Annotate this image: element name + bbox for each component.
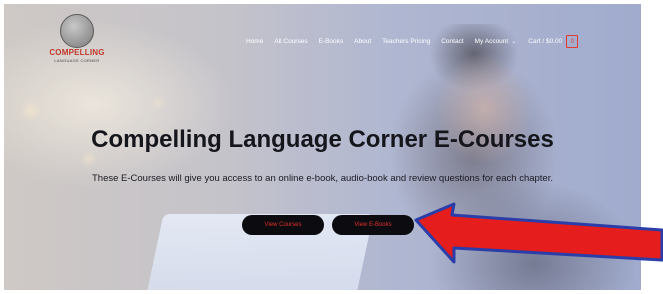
cart-label: Cart / $0.00 [528,38,563,45]
cart-link[interactable]: Cart / $0.00 0 [528,35,579,48]
arrow-shape [414,202,663,264]
site-logo[interactable]: COMPELLING LANGUAGE CORNER [42,14,112,66]
view-ebooks-button[interactable]: View E-Books [332,215,414,235]
nav-all-courses[interactable]: All Courses [274,38,307,45]
view-courses-button[interactable]: View Courses [242,215,324,235]
background-bokeh [154,99,162,107]
cart-count-badge: 0 [566,35,579,48]
nav-my-account[interactable]: My Account ⌄ [475,38,517,45]
main-nav: Home All Courses E-Books About Teachers … [246,35,579,48]
background-bokeh [84,154,94,164]
logo-text: COMPELLING [49,48,105,57]
hero-subtitle: These E-Courses will give you access to … [91,173,553,184]
nav-about[interactable]: About [354,38,371,45]
nav-home[interactable]: Home [246,38,263,45]
red-arrow-annotation [414,202,663,264]
nav-teachers-pricing[interactable]: Teachers Pricing [382,38,430,45]
page-title: Compelling Language Corner E-Courses [91,126,554,153]
nav-my-account-label: My Account [474,38,509,45]
nav-e-books[interactable]: E-Books [319,38,344,45]
chevron-down-icon: ⌄ [511,39,517,45]
logo-subtext: LANGUAGE CORNER [54,58,100,63]
nav-contact[interactable]: Contact [441,38,463,45]
background-bokeh [24,104,38,118]
logo-globe-icon [60,14,94,48]
